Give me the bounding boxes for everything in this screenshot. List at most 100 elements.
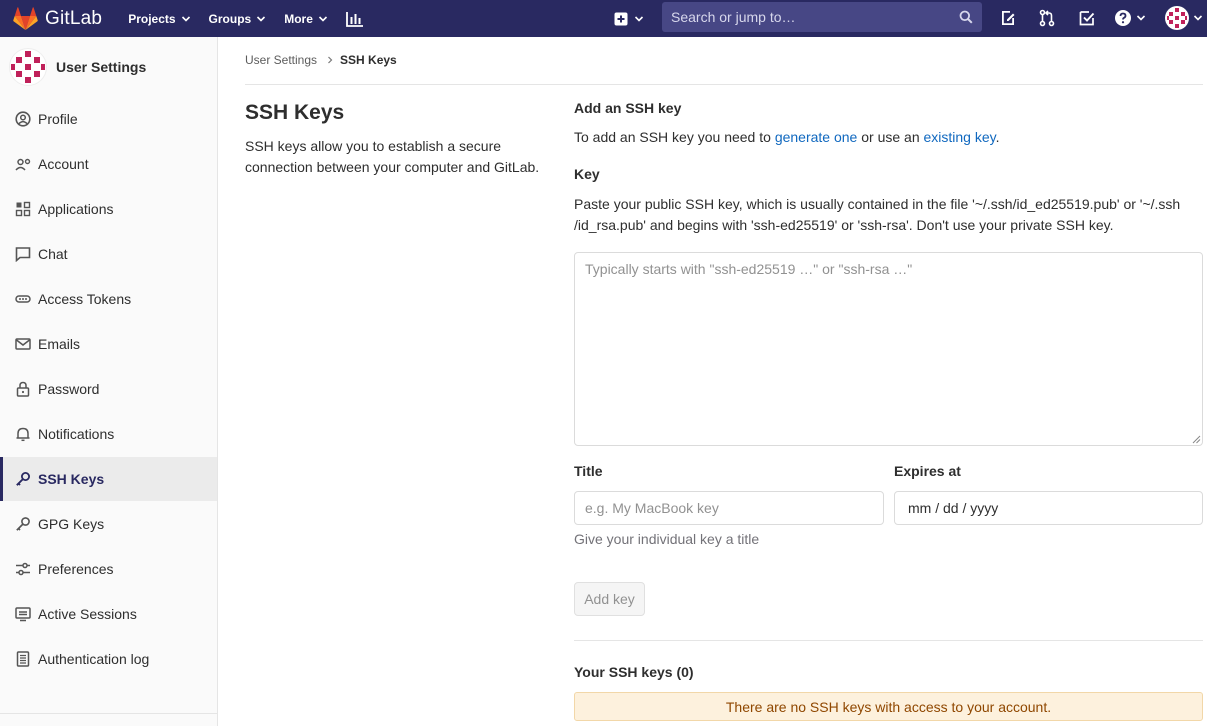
top-navbar: GitLab Projects Groups More (0, 0, 1207, 37)
expires-at-label: Expires at (894, 463, 961, 479)
chevron-down-icon (1193, 15, 1203, 21)
intro-text: . (995, 129, 1000, 145)
page-title: SSH Keys (245, 101, 345, 124)
page-description: SSH keys allow you to establish a secure… (245, 138, 540, 175)
merge-request-icon[interactable] (1038, 9, 1056, 27)
sidebar-item-profile[interactable]: Profile (0, 97, 217, 141)
new-item-dropdown[interactable] (614, 0, 644, 37)
intro-text: or use an (857, 129, 924, 145)
add-key-button[interactable]: Add key (574, 582, 645, 616)
sidebar-item-ssh-keys[interactable]: SSH Keys (0, 457, 217, 501)
sidebar-item-label: Notifications (38, 426, 115, 442)
gitlab-logo-icon (13, 6, 38, 30)
intro-text: To add an SSH key you need to (574, 129, 775, 145)
sidebar-item-label: Preferences (38, 561, 114, 577)
sidebar-item-active-sessions[interactable]: Active Sessions (0, 592, 217, 636)
activity-chart-icon[interactable] (345, 11, 364, 27)
monitor-icon (15, 607, 31, 622)
nav-projects-label: Projects (128, 11, 176, 26)
key-label: Key (574, 166, 600, 182)
sidebar-item-label: GPG Keys (38, 516, 105, 532)
breadcrumb-divider (245, 84, 1203, 85)
user-menu-dropdown[interactable] (1165, 5, 1207, 31)
generate-one-link[interactable]: generate one (775, 129, 858, 145)
chevron-right-icon (328, 56, 333, 64)
nav-more-label: More (284, 11, 313, 26)
nav-menu: Projects Groups More (128, 11, 364, 27)
sidebar-item-account[interactable]: Account (0, 142, 217, 186)
preferences-icon (16, 562, 30, 576)
sidebar-collapse-area[interactable] (0, 713, 217, 726)
chevron-down-icon (257, 15, 266, 22)
plus-square-icon (614, 12, 628, 25)
nav-more-dropdown[interactable]: More (284, 12, 328, 26)
lock-icon (16, 381, 30, 397)
sidebar-item-label: Password (38, 381, 100, 397)
key-help-text: Paste your public SSH key, which is usua… (574, 196, 1181, 233)
chevron-down-icon (181, 15, 190, 22)
title-input[interactable] (574, 491, 884, 525)
help-icon (1115, 10, 1131, 26)
search-icon (959, 10, 973, 24)
sidebar-item-password[interactable]: Password (0, 367, 217, 411)
chevron-down-icon (1136, 15, 1146, 21)
sidebar-item-chat[interactable]: Chat (0, 232, 217, 276)
sidebar-item-label: Authentication log (38, 651, 150, 667)
title-help-text: Give your individual key a title (574, 531, 760, 547)
gitlab-home-link[interactable]: GitLab (13, 6, 103, 31)
account-icon (15, 158, 31, 171)
sidebar-item-access-tokens[interactable]: Access Tokens (0, 277, 217, 321)
sidebar-item-label: Profile (38, 111, 78, 127)
todo-icon[interactable] (1078, 9, 1096, 27)
sidebar-item-authentication-log[interactable]: Authentication log (0, 637, 217, 681)
nav-groups-label: Groups (208, 11, 252, 26)
sidebar-item-label: Access Tokens (38, 291, 132, 307)
chat-icon (15, 247, 31, 262)
existing-key-link[interactable]: existing key (924, 129, 996, 145)
sidebar-item-label: SSH Keys (38, 471, 105, 487)
user-avatar-icon (9, 48, 47, 86)
log-icon (16, 651, 30, 667)
settings-sidebar: User Settings Profile Account Applicatio… (0, 37, 218, 726)
sidebar-header[interactable]: User Settings (0, 37, 217, 97)
help-dropdown[interactable] (1114, 9, 1148, 27)
sidebar-item-label: Chat (38, 246, 68, 262)
title-label: Title (574, 463, 603, 479)
sidebar-item-preferences[interactable]: Preferences (0, 547, 217, 591)
sidebar-item-label: Account (38, 156, 89, 172)
your-ssh-keys-heading: Your SSH keys (0) (574, 664, 694, 680)
key-icon (16, 472, 30, 486)
key-icon (16, 517, 30, 531)
issues-icon[interactable] (999, 9, 1017, 27)
chevron-down-icon (634, 15, 644, 22)
breadcrumb-user-settings-link[interactable]: User Settings (245, 53, 317, 67)
brand-name: GitLab (45, 7, 103, 29)
sidebar-item-emails[interactable]: Emails (0, 322, 217, 366)
nav-groups-dropdown[interactable]: Groups (209, 12, 267, 26)
search-box[interactable] (662, 2, 982, 32)
expires-at-date-input[interactable]: mm / dd / yyyy (894, 491, 1203, 525)
add-ssh-key-heading: Add an SSH key (574, 100, 682, 116)
sidebar-item-notifications[interactable]: Notifications (0, 412, 217, 456)
sidebar-title: User Settings (56, 59, 147, 75)
sidebar-item-label: Applications (38, 201, 114, 217)
search-input[interactable] (671, 9, 959, 25)
resize-handle-icon[interactable] (1191, 434, 1201, 444)
section-divider (574, 640, 1203, 641)
breadcrumb: User Settings SSH Keys (245, 53, 397, 67)
sidebar-item-applications[interactable]: Applications (0, 187, 217, 231)
date-input-value: mm / dd / yyyy (908, 500, 999, 516)
sidebar-item-label: Emails (38, 336, 81, 352)
no-keys-alert: There are no SSH keys with access to you… (574, 692, 1203, 721)
user-avatar-icon (1165, 6, 1189, 30)
bell-icon (16, 427, 30, 442)
add-ssh-key-intro: To add an SSH key you need to generate o… (574, 129, 1000, 145)
nav-projects-dropdown[interactable]: Projects (128, 12, 190, 26)
plus-button[interactable] (614, 12, 644, 26)
key-textarea[interactable] (574, 252, 1203, 446)
applications-icon (15, 201, 31, 217)
breadcrumb-current[interactable]: SSH Keys (340, 53, 397, 67)
chevron-down-icon (318, 15, 327, 22)
sidebar-item-gpg-keys[interactable]: GPG Keys (0, 502, 217, 546)
no-keys-message: There are no SSH keys with access to you… (725, 698, 1052, 715)
